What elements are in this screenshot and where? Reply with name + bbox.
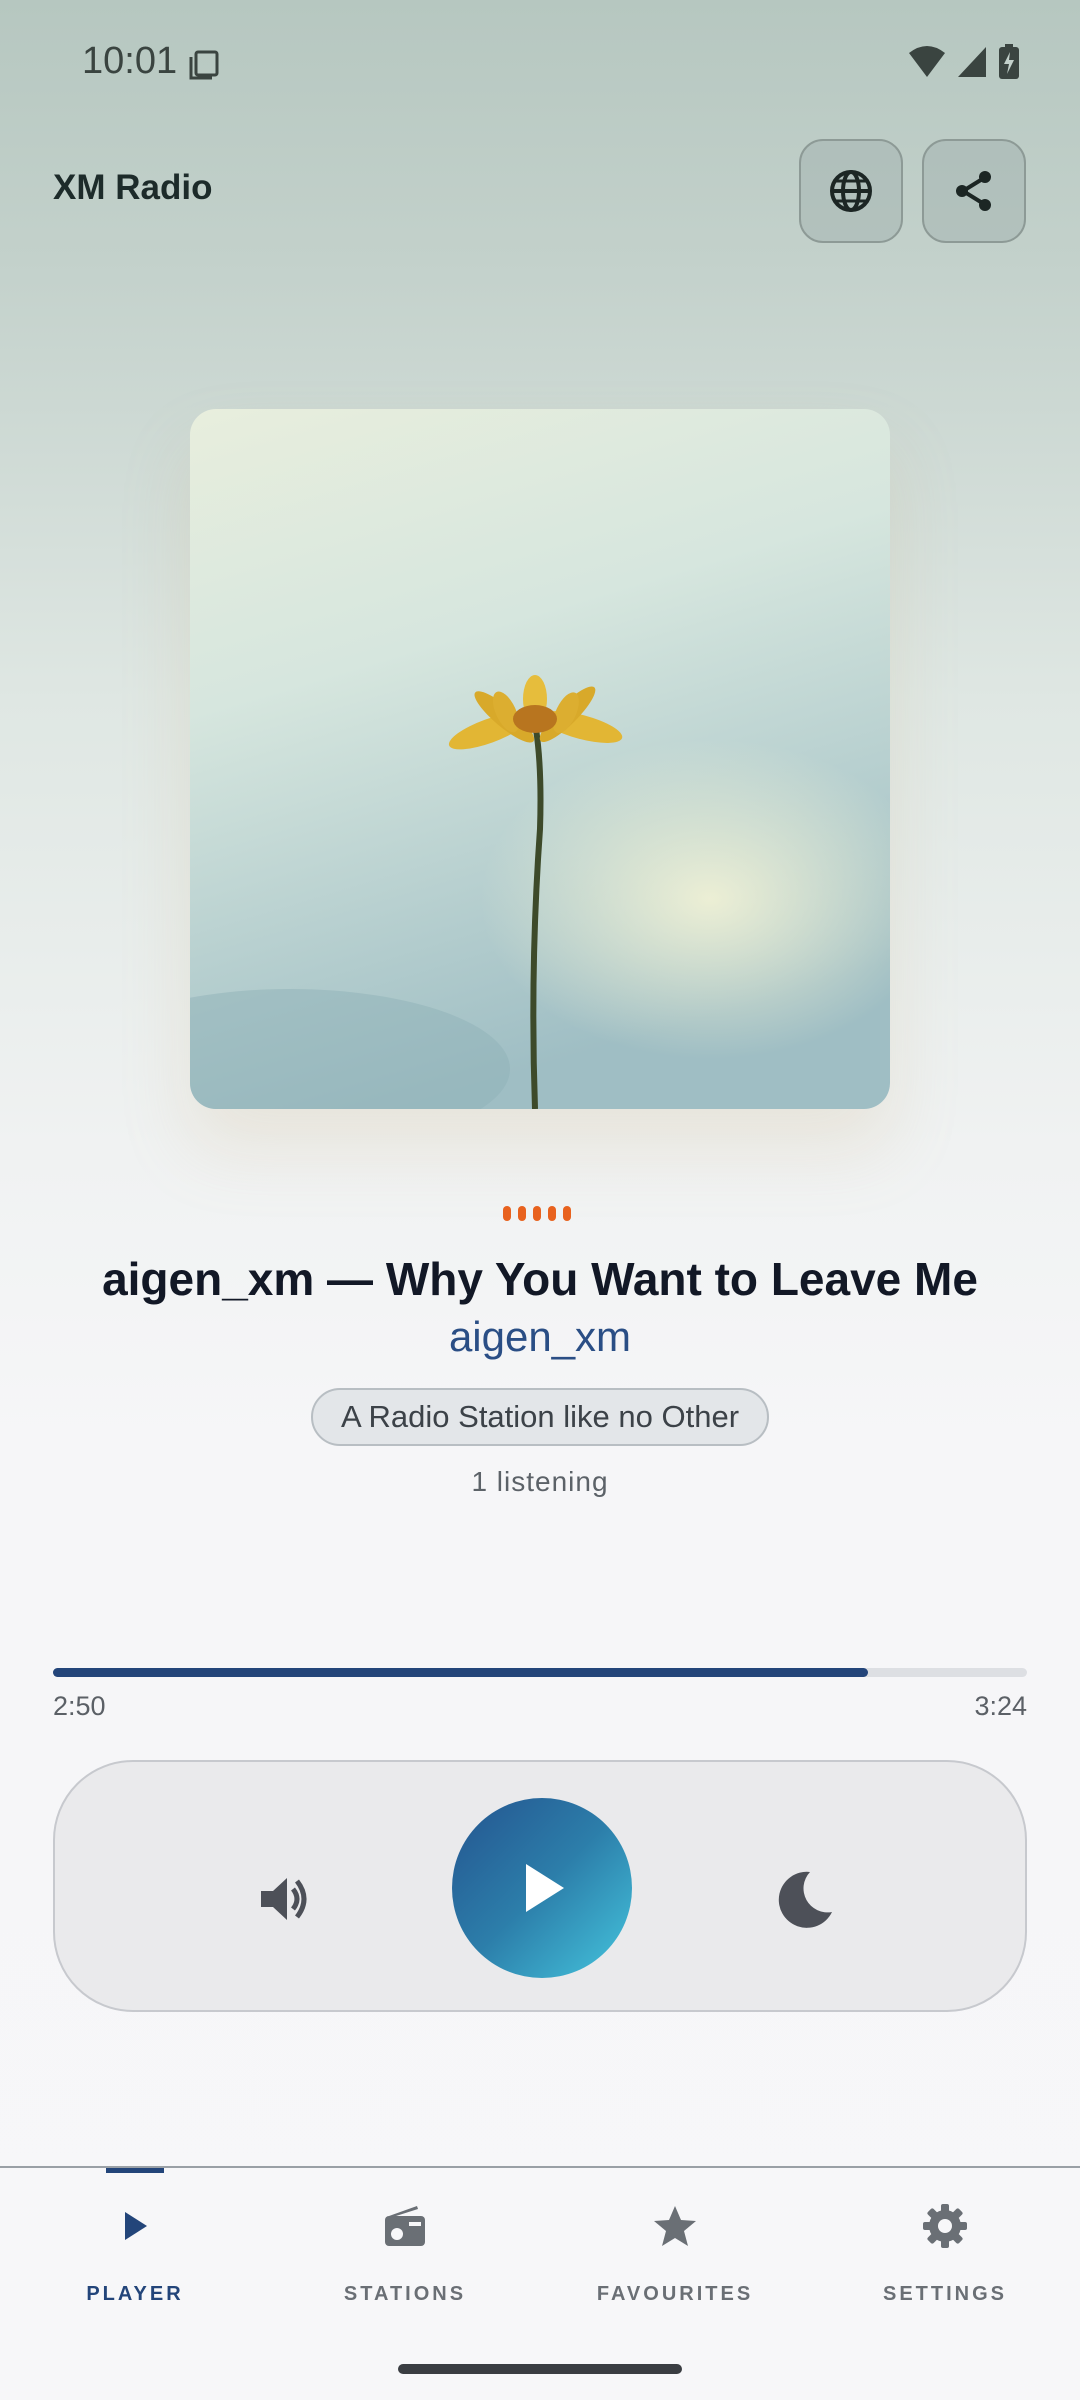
active-tab-indicator — [106, 2168, 164, 2173]
station-tagline-badge: A Radio Station like no Other — [311, 1388, 769, 1446]
nav-icon-container — [810, 2196, 1080, 2256]
home-gesture-bar[interactable] — [398, 2364, 682, 2374]
sleep-timer-button[interactable] — [765, 1859, 845, 1939]
eq-dot — [518, 1206, 526, 1221]
player-controls — [53, 1760, 1027, 2012]
battery-charging-icon — [999, 44, 1019, 79]
globe-icon — [830, 170, 872, 212]
eq-dot — [533, 1206, 541, 1221]
playing-indicator — [503, 1206, 571, 1221]
gear-icon — [923, 2204, 967, 2248]
volume-icon — [261, 1878, 307, 1920]
nav-icon-container — [270, 2196, 540, 2256]
progress-fill — [53, 1668, 869, 1677]
total-time: 3:24 — [974, 1691, 1027, 1721]
moon-icon — [778, 1871, 832, 1928]
radio-icon — [385, 2206, 425, 2246]
nav-item-player[interactable]: PLAYER — [0, 2168, 270, 2338]
play-button[interactable] — [452, 1798, 632, 1978]
wifi-icon — [909, 46, 945, 77]
volume-button[interactable] — [245, 1859, 325, 1939]
nav-item-stations[interactable]: STATIONS — [270, 2168, 540, 2338]
screenshot-notification-icon — [189, 50, 219, 80]
eq-dot — [503, 1206, 511, 1221]
status-bar: 10:01 — [0, 0, 1080, 128]
nav-label: SETTINGS — [882, 2283, 1007, 2305]
track-artist: aigen_xm — [448, 1313, 632, 1360]
elapsed-time: 2:50 — [53, 1691, 106, 1721]
cellular-signal-icon — [958, 47, 986, 77]
flower-artwork-image — [190, 409, 890, 1109]
album-artwork — [190, 409, 890, 1109]
share-icon — [956, 171, 991, 211]
star-icon — [654, 2206, 696, 2246]
nav-label: FAVOURITES — [596, 2283, 754, 2305]
play-icon — [125, 2212, 147, 2240]
nav-item-settings[interactable]: SETTINGS — [810, 2168, 1080, 2338]
nav-label: PLAYER — [86, 2283, 184, 2305]
eq-dot — [548, 1206, 556, 1221]
nav-label: STATIONS — [343, 2283, 467, 2305]
play-icon — [526, 1864, 564, 1912]
status-icons — [908, 44, 1020, 80]
nav-item-favourites[interactable]: FAVOURITES — [540, 2168, 810, 2338]
progress-bar[interactable] — [53, 1668, 1027, 1677]
listener-count: 1 listening — [471, 1466, 609, 1497]
share-button[interactable] — [922, 139, 1026, 243]
website-button[interactable] — [799, 139, 903, 243]
app-title: XM Radio — [53, 168, 213, 207]
track-title: aigen_xm — Why You Want to Leave Me — [102, 1253, 978, 1305]
status-time: 10:01 — [82, 40, 178, 82]
nav-icon-container — [540, 2196, 810, 2256]
nav-icon-container — [0, 2196, 270, 2256]
eq-dot — [563, 1206, 571, 1221]
